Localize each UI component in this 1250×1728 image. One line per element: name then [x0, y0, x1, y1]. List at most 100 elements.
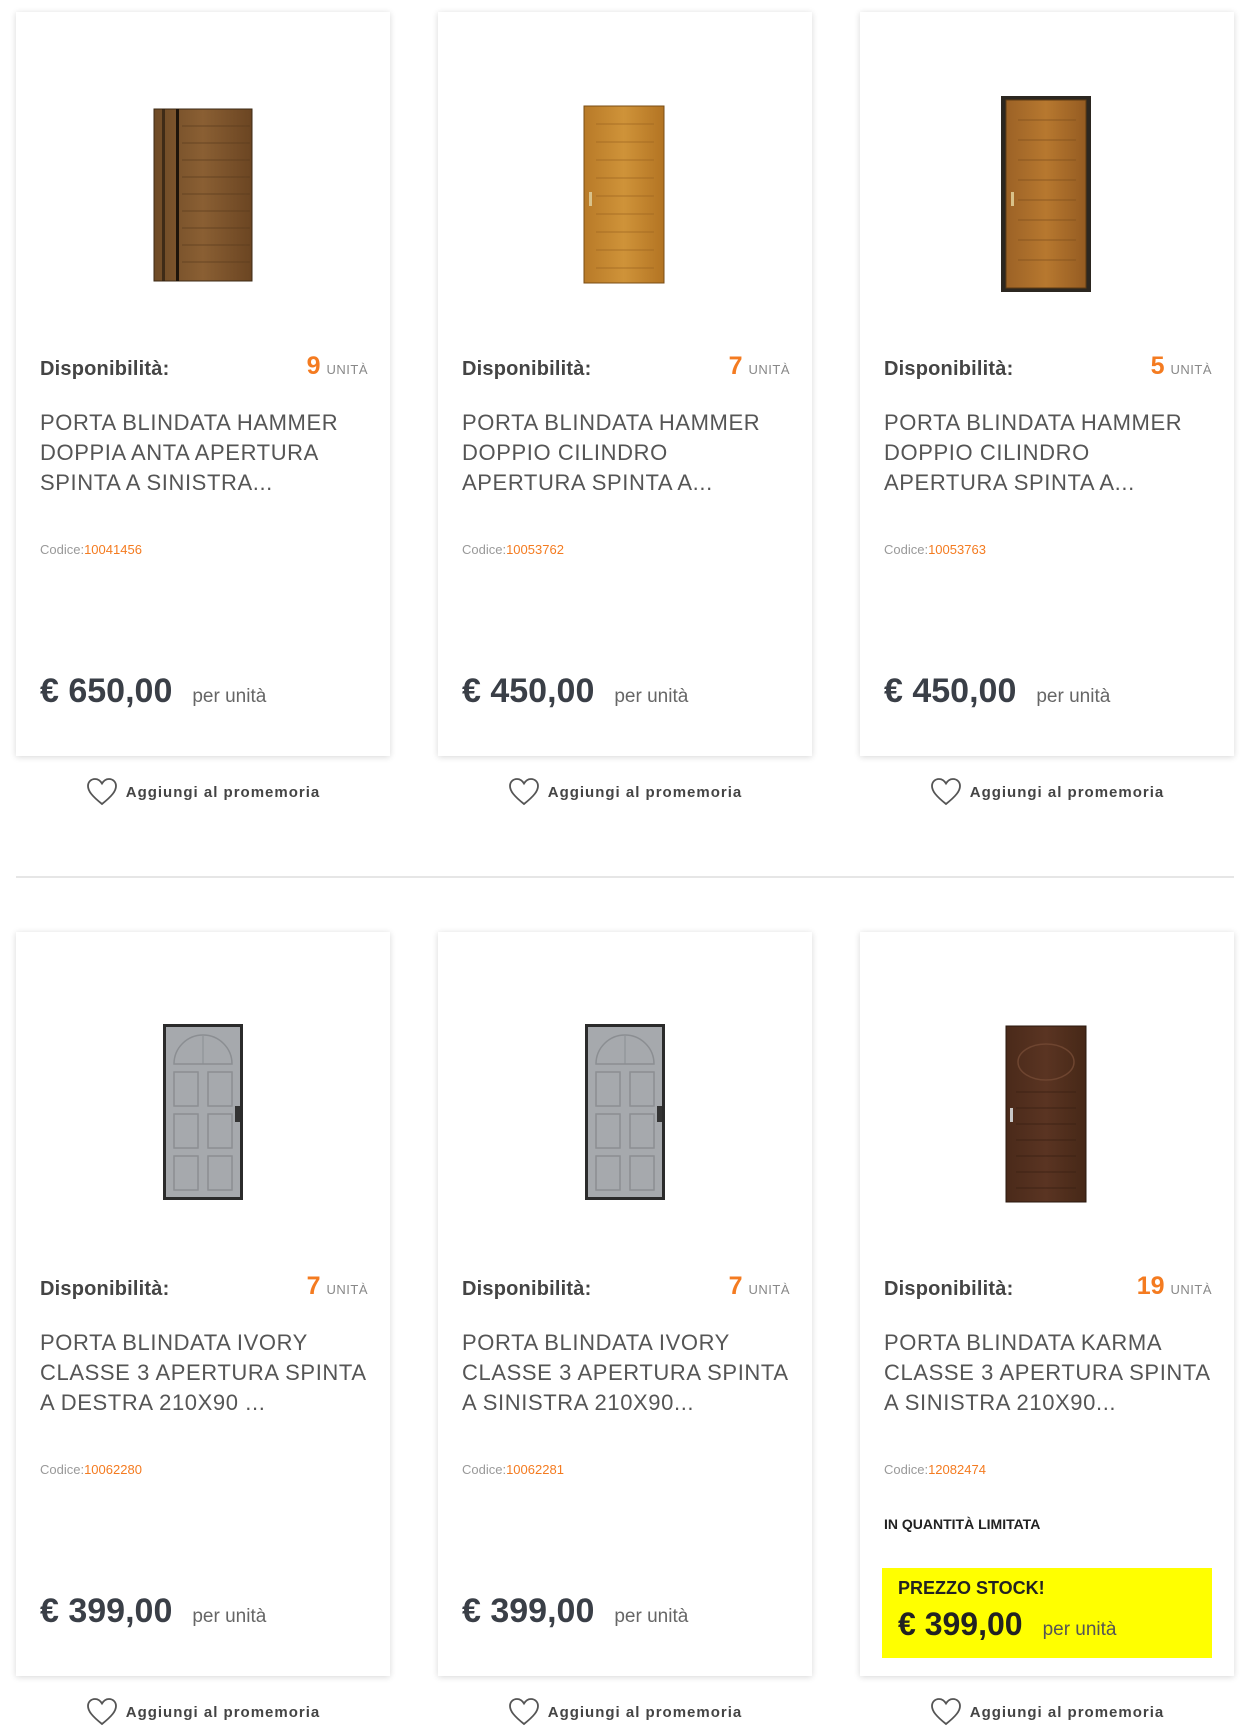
product-image[interactable]: [860, 932, 1234, 1262]
product-card[interactable]: Disponibilità: 7 UNITÀ PORTA BLINDATA HAM…: [438, 12, 812, 756]
product-code: Codice:10062280: [40, 1462, 142, 1477]
add-to-wishlist-button[interactable]: Aggiungi al promemoria: [438, 774, 812, 810]
wishlist-label: Aggiungi al promemoria: [969, 783, 1165, 801]
product-price: € 399,00: [898, 1606, 1023, 1642]
stock-count: 7: [306, 1272, 321, 1300]
per-unit-label: per unità: [614, 1606, 689, 1627]
wishlist-label: Aggiungi al promemoria: [125, 783, 321, 801]
code-label: Codice:: [462, 1462, 507, 1477]
availability-count: 7 UNITÀ: [729, 352, 790, 381]
product-title[interactable]: PORTA BLINDATA HAMMER DOPPIO CILINDRO AP…: [884, 408, 1214, 498]
add-to-wishlist-button[interactable]: Aggiungi al promemoria: [438, 1694, 812, 1728]
door-dark-brown-image: [1005, 1025, 1087, 1203]
code-label: Codice:: [40, 542, 85, 557]
stock-unit: UNITÀ: [748, 1282, 790, 1297]
product-card-wrapper: Disponibilità: 5 UNITÀ PORTA BLINDATA HAM…: [860, 12, 1234, 806]
stock-count: 19: [1136, 1272, 1165, 1300]
per-unit-label: per unità: [1042, 1619, 1117, 1640]
availability-count: 5 UNITÀ: [1151, 352, 1212, 381]
availability-count: 19 UNITÀ: [1137, 1272, 1212, 1301]
heart-icon: [508, 1698, 539, 1726]
product-card[interactable]: Disponibilità: 7 UNITÀ PORTA BLINDATA IVO…: [16, 932, 390, 1676]
availability-label: Disponibilità:: [462, 1278, 592, 1300]
product-title[interactable]: PORTA BLINDATA HAMMER DOPPIA ANTA APERTU…: [40, 408, 370, 498]
add-to-wishlist-button[interactable]: Aggiungi al promemoria: [860, 1694, 1234, 1728]
product-title[interactable]: PORTA BLINDATA IVORY CLASSE 3 APERTURA S…: [40, 1328, 370, 1418]
limited-quantity-badge: IN QUANTITÀ LIMITATA: [884, 1516, 1041, 1532]
product-image[interactable]: [438, 932, 812, 1262]
stock-unit: UNITÀ: [326, 362, 368, 377]
stock-unit: UNITÀ: [748, 362, 790, 377]
availability-label: Disponibilità:: [462, 358, 592, 380]
product-card-wrapper: Disponibilità: 19 UNITÀ PORTA BLINDATA KA…: [860, 932, 1234, 1726]
add-to-wishlist-button[interactable]: Aggiungi al promemoria: [860, 774, 1234, 810]
heart-icon: [930, 1698, 961, 1726]
wishlist-label: Aggiungi al promemoria: [125, 1703, 321, 1721]
code-label: Codice:: [462, 542, 507, 557]
stock-count: 5: [1150, 352, 1165, 380]
heart-icon: [508, 778, 539, 806]
availability: Disponibilità: 19 UNITÀ: [884, 1270, 1212, 1306]
availability: Disponibilità: 7 UNITÀ: [462, 1270, 790, 1306]
stock-count: 7: [728, 1272, 743, 1300]
product-price: € 399,00: [40, 1592, 173, 1630]
door-wood-double-leaf-image: [153, 108, 253, 282]
availability-count: 7 UNITÀ: [729, 1272, 790, 1301]
availability: Disponibilità: 5 UNITÀ: [884, 350, 1212, 386]
price-block: € 650,00 per unità: [40, 672, 266, 711]
product-title[interactable]: PORTA BLINDATA KARMA CLASSE 3 APERTURA S…: [884, 1328, 1214, 1418]
product-card-wrapper: Disponibilità: 9 UNITÀ PORTA BLINDATA HAM…: [16, 12, 390, 806]
stock-unit: UNITÀ: [1170, 362, 1212, 377]
product-code: Codice:10053762: [462, 542, 564, 557]
heart-icon: [86, 1698, 117, 1726]
stock-price-box: PREZZO STOCK! € 399,00 per unità: [882, 1568, 1212, 1658]
stock-unit: UNITÀ: [1170, 1282, 1212, 1297]
code-label: Codice:: [884, 1462, 929, 1477]
availability: Disponibilità: 9 UNITÀ: [40, 350, 368, 386]
product-card-wrapper: Disponibilità: 7 UNITÀ PORTA BLINDATA IVO…: [16, 932, 390, 1726]
heart-icon: [86, 778, 117, 806]
product-price: € 450,00: [884, 672, 1017, 710]
price-block: € 450,00 per unità: [462, 672, 688, 711]
code-value: 10041456: [84, 542, 142, 557]
product-card[interactable]: Disponibilità: 9 UNITÀ PORTA BLINDATA HAM…: [16, 12, 390, 756]
availability-label: Disponibilità:: [884, 358, 1014, 380]
door-grey-panel-image: [585, 1024, 665, 1200]
product-title[interactable]: PORTA BLINDATA IVORY CLASSE 3 APERTURA S…: [462, 1328, 792, 1418]
door-grey-panel-image: [163, 1024, 243, 1200]
availability-count: 9 UNITÀ: [307, 352, 368, 381]
add-to-wishlist-button[interactable]: Aggiungi al promemoria: [16, 1694, 390, 1728]
wishlist-label: Aggiungi al promemoria: [547, 783, 743, 801]
code-value: 10062281: [506, 1462, 564, 1477]
product-price: € 450,00: [462, 672, 595, 710]
product-card-wrapper: Disponibilità: 7 UNITÀ PORTA BLINDATA HAM…: [438, 12, 812, 806]
product-card[interactable]: Disponibilità: 5 UNITÀ PORTA BLINDATA HAM…: [860, 12, 1234, 756]
price-block: € 399,00 per unità: [898, 1606, 1117, 1643]
product-title[interactable]: PORTA BLINDATA HAMMER DOPPIO CILINDRO AP…: [462, 408, 792, 498]
stock-count: 9: [306, 352, 321, 380]
stock-count: 7: [728, 352, 743, 380]
product-image[interactable]: [16, 932, 390, 1262]
product-card-wrapper: Disponibilità: 7 UNITÀ PORTA BLINDATA IVO…: [438, 932, 812, 1726]
availability-label: Disponibilità:: [40, 358, 170, 380]
add-to-wishlist-button[interactable]: Aggiungi al promemoria: [16, 774, 390, 810]
code-label: Codice:: [40, 1462, 85, 1477]
product-card[interactable]: Disponibilità: 19 UNITÀ PORTA BLINDATA KA…: [860, 932, 1234, 1676]
stock-price-label: PREZZO STOCK!: [898, 1578, 1045, 1598]
price-block: € 399,00 per unità: [462, 1592, 688, 1631]
per-unit-label: per unità: [192, 1606, 267, 1627]
per-unit-label: per unità: [1036, 686, 1111, 707]
product-image[interactable]: [438, 12, 812, 342]
availability: Disponibilità: 7 UNITÀ: [40, 1270, 368, 1306]
per-unit-label: per unità: [614, 686, 689, 707]
price-block: € 450,00 per unità: [884, 672, 1110, 711]
product-code: Codice:12082474: [884, 1462, 986, 1477]
heart-icon: [930, 778, 961, 806]
wishlist-label: Aggiungi al promemoria: [969, 1703, 1165, 1721]
stock-unit: UNITÀ: [326, 1282, 368, 1297]
product-image[interactable]: [16, 12, 390, 342]
availability-label: Disponibilità:: [884, 1278, 1014, 1300]
availability-count: 7 UNITÀ: [307, 1272, 368, 1301]
product-image[interactable]: [860, 12, 1234, 342]
product-card[interactable]: Disponibilità: 7 UNITÀ PORTA BLINDATA IVO…: [438, 932, 812, 1676]
